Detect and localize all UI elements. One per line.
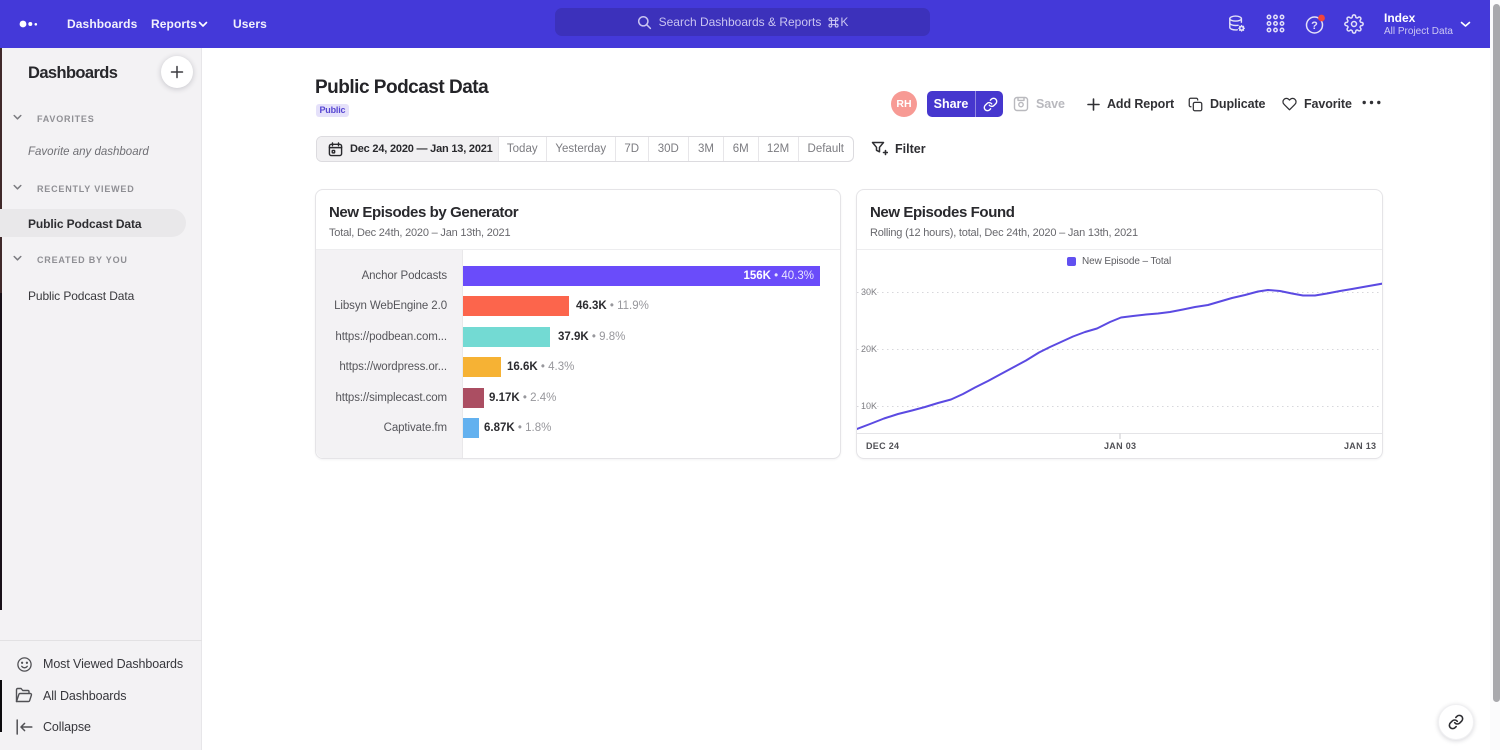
svg-text:?: ? (1311, 20, 1318, 32)
